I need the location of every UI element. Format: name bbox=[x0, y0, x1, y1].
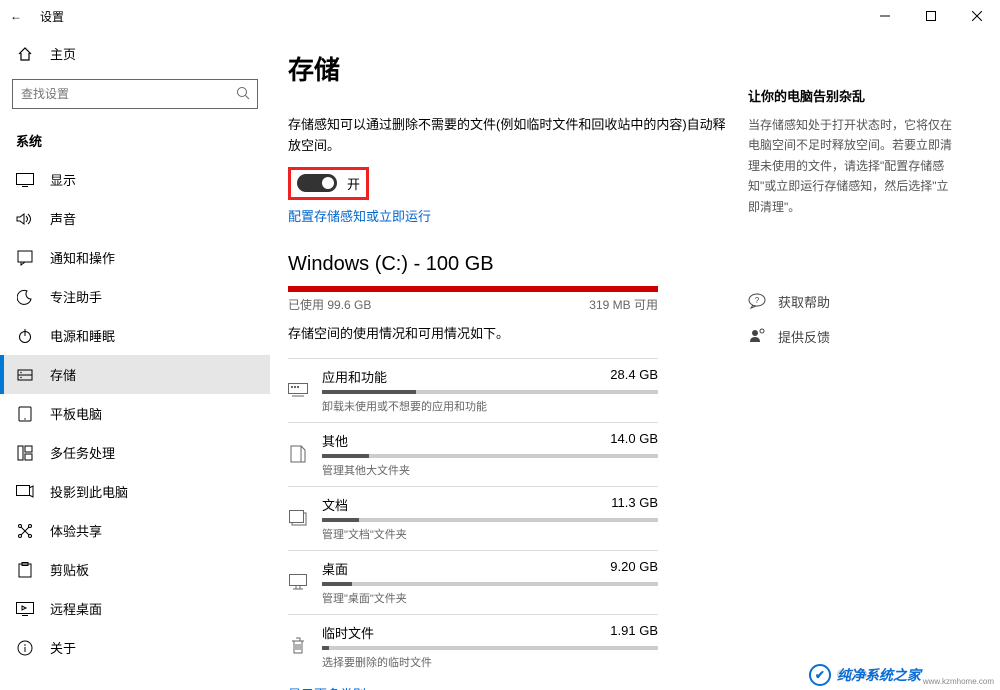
storage-row-temp[interactable]: 临时文件 1.91 GB 选择要删除的临时文件 bbox=[288, 614, 658, 678]
focus-icon bbox=[16, 288, 34, 306]
sidebar-item-clipboard[interactable]: 剪贴板 bbox=[0, 550, 270, 589]
home-label: 主页 bbox=[50, 44, 76, 63]
storage-row-desktop[interactable]: 桌面 9.20 GB 管理"桌面"文件夹 bbox=[288, 550, 658, 614]
row-size: 9.20 GB bbox=[610, 559, 658, 578]
sidebar-item-storage[interactable]: 存储 bbox=[0, 355, 270, 394]
sidebar-item-label: 多任务处理 bbox=[50, 443, 115, 462]
other-icon bbox=[288, 445, 308, 463]
multitask-icon bbox=[16, 444, 34, 462]
logo-icon: ✔ bbox=[809, 664, 831, 686]
storage-sense-toggle[interactable] bbox=[297, 174, 337, 192]
page-title: 存储 bbox=[288, 50, 728, 87]
minimize-button[interactable] bbox=[862, 0, 908, 32]
display-icon bbox=[16, 171, 34, 189]
maximize-button[interactable] bbox=[908, 0, 954, 32]
row-size: 1.91 GB bbox=[610, 623, 658, 642]
home-link[interactable]: 主页 bbox=[0, 36, 270, 71]
sidebar-item-multitask[interactable]: 多任务处理 bbox=[0, 433, 270, 472]
sidebar-item-label: 显示 bbox=[50, 170, 76, 189]
sidebar-item-label: 投影到此电脑 bbox=[50, 482, 128, 501]
row-name: 其他 bbox=[322, 431, 348, 450]
feedback-label: 提供反馈 bbox=[778, 327, 830, 346]
storage-row-other[interactable]: 其他 14.0 GB 管理其他大文件夹 bbox=[288, 422, 658, 486]
help-icon: ? bbox=[748, 292, 766, 310]
apps-icon bbox=[288, 381, 308, 399]
row-size: 14.0 GB bbox=[610, 431, 658, 450]
drive-usage-bar bbox=[288, 286, 658, 292]
sidebar-item-focus[interactable]: 专注助手 bbox=[0, 277, 270, 316]
sidebar-item-label: 剪贴板 bbox=[50, 560, 89, 579]
svg-text:?: ? bbox=[755, 296, 760, 305]
get-help-link[interactable]: ? 获取帮助 bbox=[748, 292, 958, 311]
storage-icon bbox=[16, 366, 34, 384]
home-icon bbox=[16, 45, 34, 63]
sidebar-item-label: 通知和操作 bbox=[50, 248, 115, 267]
drive-used: 已使用 99.6 GB bbox=[288, 296, 371, 313]
row-size: 11.3 GB bbox=[611, 495, 658, 514]
sidebar-item-power[interactable]: 电源和睡眠 bbox=[0, 316, 270, 355]
storage-row-documents[interactable]: 文档 11.3 GB 管理"文档"文件夹 bbox=[288, 486, 658, 550]
row-name: 临时文件 bbox=[322, 623, 374, 642]
toggle-label: 开 bbox=[347, 174, 360, 193]
sound-icon bbox=[16, 210, 34, 228]
drive-title: Windows (C:) - 100 GB bbox=[288, 253, 728, 276]
tablet-icon bbox=[16, 405, 34, 423]
sidebar-item-label: 电源和睡眠 bbox=[50, 326, 115, 345]
sidebar-item-notifications[interactable]: 通知和操作 bbox=[0, 238, 270, 277]
feedback-icon bbox=[748, 327, 766, 345]
close-button[interactable] bbox=[954, 0, 1000, 32]
clipboard-icon bbox=[16, 561, 34, 579]
row-sub: 管理其他大文件夹 bbox=[322, 462, 658, 478]
sidebar-item-label: 体验共享 bbox=[50, 521, 102, 540]
search-input[interactable] bbox=[12, 79, 258, 109]
row-sub: 选择要删除的临时文件 bbox=[322, 654, 658, 670]
documents-icon bbox=[288, 509, 308, 527]
side-body: 当存储感知处于打开状态时，它将仅在电脑空间不足时释放空间。若要立即清理未使用的文… bbox=[748, 115, 958, 217]
search-icon bbox=[236, 86, 250, 100]
back-button[interactable]: ← bbox=[10, 9, 22, 23]
sidebar-item-sound[interactable]: 声音 bbox=[0, 199, 270, 238]
sidebar-item-display[interactable]: 显示 bbox=[0, 160, 270, 199]
sidebar: 主页 系统 显示 声音 通知和操作 专注助手 电源和睡眠 bbox=[0, 32, 270, 690]
usage-description: 存储空间的使用情况和可用情况如下。 bbox=[288, 323, 728, 342]
sidebar-item-project[interactable]: 投影到此电脑 bbox=[0, 472, 270, 511]
sidebar-item-share[interactable]: 体验共享 bbox=[0, 511, 270, 550]
row-name: 桌面 bbox=[322, 559, 348, 578]
sidebar-item-label: 声音 bbox=[50, 209, 76, 228]
sidebar-item-label: 远程桌面 bbox=[50, 599, 102, 618]
project-icon bbox=[16, 483, 34, 501]
section-label: 系统 bbox=[0, 127, 270, 160]
sidebar-item-remote[interactable]: 远程桌面 bbox=[0, 589, 270, 628]
share-icon bbox=[16, 522, 34, 540]
sidebar-item-tablet[interactable]: 平板电脑 bbox=[0, 394, 270, 433]
about-icon bbox=[16, 639, 34, 657]
feedback-link[interactable]: 提供反馈 bbox=[748, 327, 958, 346]
watermark-logo: ✔ 纯净系统之家 www.kzmhome.com bbox=[809, 664, 994, 686]
row-name: 应用和功能 bbox=[322, 367, 387, 386]
window-title: 设置 bbox=[40, 8, 64, 25]
row-name: 文档 bbox=[322, 495, 348, 514]
trash-icon bbox=[288, 637, 308, 655]
power-icon bbox=[16, 327, 34, 345]
row-sub: 卸载未使用或不想要的应用和功能 bbox=[322, 398, 658, 414]
remote-icon bbox=[16, 600, 34, 618]
row-sub: 管理"文档"文件夹 bbox=[322, 526, 658, 542]
sidebar-item-label: 存储 bbox=[50, 365, 76, 384]
configure-link[interactable]: 配置存储感知或立即运行 bbox=[288, 206, 728, 225]
notifications-icon bbox=[16, 249, 34, 267]
sidebar-item-label: 专注助手 bbox=[50, 287, 102, 306]
sidebar-item-label: 关于 bbox=[50, 638, 76, 657]
row-size: 28.4 GB bbox=[610, 367, 658, 386]
storage-sense-description: 存储感知可以通过删除不需要的文件(例如临时文件和回收站中的内容)自动释放空间。 bbox=[288, 115, 728, 157]
sidebar-item-label: 平板电脑 bbox=[50, 404, 102, 423]
row-sub: 管理"桌面"文件夹 bbox=[322, 590, 658, 606]
highlight-box: 开 bbox=[288, 167, 369, 200]
desktop-icon bbox=[288, 573, 308, 591]
side-heading: 让你的电脑告别杂乱 bbox=[748, 86, 958, 105]
help-label: 获取帮助 bbox=[778, 292, 830, 311]
sidebar-item-about[interactable]: 关于 bbox=[0, 628, 270, 667]
drive-free: 319 MB 可用 bbox=[589, 296, 658, 313]
storage-row-apps[interactable]: 应用和功能 28.4 GB 卸载未使用或不想要的应用和功能 bbox=[288, 358, 658, 422]
show-more-link[interactable]: 显示更多类别 bbox=[288, 684, 728, 690]
